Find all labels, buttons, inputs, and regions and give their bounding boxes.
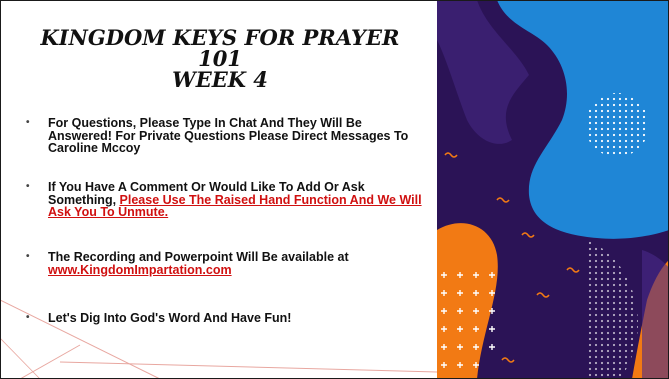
slide-frame [0,0,669,379]
